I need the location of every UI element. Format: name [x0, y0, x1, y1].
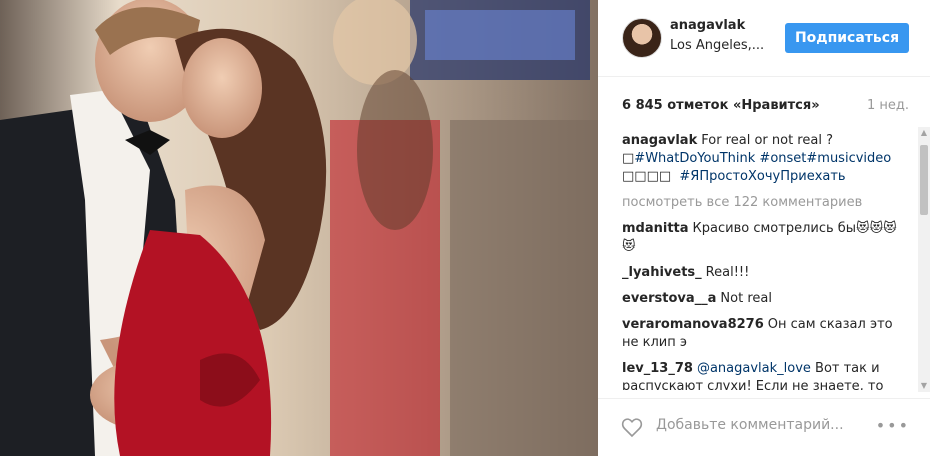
hashtag-link[interactable]: #ЯПростоХочуПриехать: [679, 169, 845, 184]
comment-username[interactable]: lev_13_78: [622, 361, 693, 376]
post-header: anagavlak Los Angeles,... Подписаться: [598, 0, 930, 77]
avatar[interactable]: [622, 18, 662, 58]
scroll-up-icon[interactable]: ▲: [918, 127, 930, 139]
comment-username[interactable]: veraromanova8276: [622, 317, 764, 332]
caption-glyph: □: [622, 151, 635, 166]
hashtag-link[interactable]: #musicvideo: [806, 151, 891, 166]
comment-username[interactable]: mdanitta: [622, 221, 689, 236]
comment-text: Real!!!: [705, 265, 750, 280]
comment-item: _lyahivets_ Real!!!: [622, 264, 910, 282]
comment-text: Not real: [720, 291, 772, 306]
hashtag-link[interactable]: #WhatDoYouThink: [634, 151, 755, 166]
likes-count[interactable]: 6 845 отметок «Нравится»: [622, 98, 820, 113]
heart-icon[interactable]: [620, 415, 644, 439]
comment-item: lev_13_78 @anagavlak_love Вот так и распу…: [622, 360, 910, 390]
hashtag-link[interactable]: #onset: [759, 151, 806, 166]
location-link[interactable]: Los Angeles,...: [670, 38, 764, 53]
post-footer: Добавьте комментарий... •••: [598, 398, 930, 457]
caption-glyph: □□□□: [622, 169, 672, 184]
add-comment-input[interactable]: Добавьте комментарий...: [656, 417, 844, 433]
follow-button[interactable]: Подписаться: [785, 23, 909, 53]
username-link[interactable]: anagavlak: [670, 18, 745, 33]
view-all-comments-link[interactable]: посмотреть все 122 комментариев: [622, 194, 910, 212]
comments-scrollbar[interactable]: ▲ ▼: [918, 127, 930, 392]
caption-username[interactable]: anagavlak: [622, 133, 697, 148]
comment-username[interactable]: _lyahivets_: [622, 265, 702, 280]
more-options-icon[interactable]: •••: [876, 416, 910, 435]
post-photo[interactable]: [0, 0, 598, 456]
comments-list: anagavlak For real or not real ? □#WhatDo…: [622, 132, 910, 390]
mention-link[interactable]: @anagavlak_love: [697, 361, 811, 376]
post-modal: anagavlak Los Angeles,... Подписаться 6 …: [0, 0, 930, 456]
comment-item: mdanitta Красиво смотрелись бы😻😻😻😻: [622, 220, 910, 256]
post-time[interactable]: 1 нед.: [867, 98, 909, 113]
comment-username[interactable]: everstova__a: [622, 291, 716, 306]
scrollbar-thumb[interactable]: [920, 145, 928, 215]
comment-item: veraromanova8276 Он сам сказал это не кли…: [622, 316, 910, 352]
comment-item: everstova__a Not real: [622, 290, 910, 308]
scroll-down-icon[interactable]: ▼: [918, 380, 930, 392]
caption-text: For real or not real ?: [701, 133, 833, 148]
side-panel: anagavlak Los Angeles,... Подписаться 6 …: [598, 0, 930, 456]
photo-illustration: [0, 0, 598, 456]
caption: anagavlak For real or not real ? □#WhatDo…: [622, 132, 910, 186]
